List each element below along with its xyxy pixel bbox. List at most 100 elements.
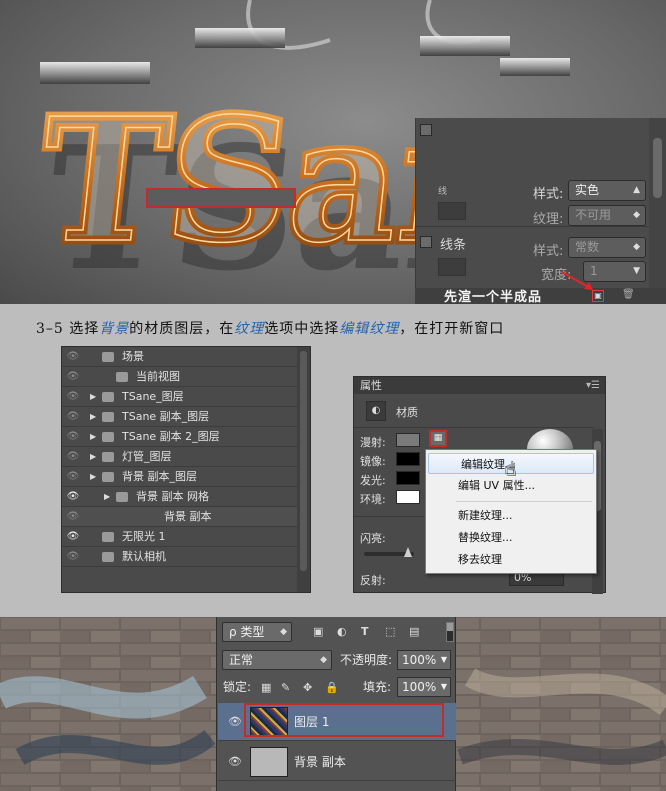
visibility-eye-icon[interactable]: 👁 — [66, 527, 80, 547]
menu-item-remove-texture[interactable]: 移去纹理 — [426, 549, 596, 570]
adjustment-filter-icon[interactable]: ◐ — [337, 625, 347, 638]
object-row[interactable]: 👁 场景 — [62, 347, 298, 367]
sparkle-label: 闪亮: — [360, 532, 386, 545]
lock-label: 锁定: — [223, 680, 252, 694]
visibility-eye-icon[interactable]: 👁 — [66, 387, 80, 407]
visibility-eye-icon[interactable]: 👁 — [66, 467, 80, 487]
style2-label: 样式: — [533, 244, 564, 259]
layer-visibility-eye-icon[interactable]: 👁 — [228, 755, 242, 768]
visibility-eye-icon[interactable]: 👁 — [66, 427, 80, 447]
visibility-eye-icon[interactable]: 👁 — [66, 447, 80, 467]
layer-visibility-eye-icon[interactable]: 👁 — [228, 715, 242, 728]
expand-triangle-icon[interactable]: ▶ — [90, 427, 96, 447]
lock-pixels-icon[interactable]: ▦ — [261, 681, 271, 694]
blend-mode-select[interactable]: 正常 ◆ — [222, 650, 332, 670]
glow-color-swatch[interactable] — [396, 471, 420, 485]
visibility-eye-icon[interactable]: 👁 — [66, 507, 80, 527]
selected-layer-outline — [244, 703, 444, 737]
visibility-eye-icon[interactable]: 👁 — [66, 367, 80, 387]
material-label: 材质 — [396, 406, 418, 419]
mirror-color-swatch[interactable] — [396, 452, 420, 466]
expand-triangle-icon[interactable]: ▶ — [90, 447, 96, 467]
expand-triangle-icon[interactable]: ▶ — [90, 387, 96, 407]
object-type-icon — [102, 532, 114, 542]
visibility-eye-icon[interactable]: 👁 — [66, 407, 80, 427]
object-row[interactable]: 👁 无限光 1 — [62, 527, 298, 547]
render-caption: 先渲一个半成品 — [444, 290, 543, 304]
object-type-icon — [144, 512, 156, 522]
render-preview: TSane TSane TSane 线 样式: 实色 ▲ 纹理: 不可用 ◆ 线条 … — [0, 0, 666, 304]
menu-item-new-texture[interactable]: 新建纹理... — [426, 505, 596, 526]
reflect-label: 反射: — [360, 574, 386, 587]
style2-select[interactable]: 常数 ◆ — [568, 237, 646, 258]
diffuse-color-swatch[interactable] — [396, 433, 420, 447]
object-type-icon — [102, 472, 114, 482]
object-type-icon — [102, 452, 114, 462]
shape-filter-icon[interactable]: ⬚ — [385, 625, 395, 638]
layer-name: 背景 副本 — [294, 755, 346, 769]
trash-icon[interactable]: 🗑 — [622, 289, 635, 300]
lines-checkbox[interactable] — [420, 236, 432, 248]
object-label: 灯管_图层 — [122, 450, 172, 463]
lock-brush-icon[interactable]: ✎ — [281, 681, 290, 694]
object-row[interactable]: 👁 ▶ TSane 副本 2_图层 — [62, 427, 298, 447]
object-type-icon — [116, 492, 128, 502]
object-row[interactable]: 👁 背景 副本 — [62, 507, 298, 527]
row1-color-swatch[interactable] — [438, 202, 466, 220]
glow-label: 发光: — [360, 474, 386, 487]
object-row[interactable]: 👁 ▶ TSane 副本_图层 — [62, 407, 298, 427]
visibility-eye-icon[interactable]: 👁 — [66, 347, 80, 367]
expand-triangle-icon[interactable]: ▶ — [90, 467, 96, 487]
ambient-label: 环境: — [360, 493, 386, 506]
red-pointer-arrow-icon — [561, 271, 593, 290]
object-label: 背景 副本 网格 — [136, 490, 209, 503]
object-type-icon — [102, 352, 114, 362]
object-row[interactable]: 👁 ▶ TSane_图层 — [62, 387, 298, 407]
object-row[interactable]: 👁 默认相机 — [62, 547, 298, 567]
object-label: 场景 — [122, 350, 144, 363]
texture-menu-button[interactable]: ▦ — [429, 430, 447, 447]
object-type-icon — [102, 552, 114, 562]
panel-scrollbar[interactable] — [649, 118, 666, 288]
layer-row[interactable]: 👁 背景 副本 — [218, 743, 456, 781]
object-type-icon — [102, 392, 114, 402]
fill-field[interactable]: 100% ▼ — [397, 677, 451, 697]
object-label: TSane_图层 — [122, 390, 184, 403]
render-settings-panel: 线 样式: 实色 ▲ 纹理: 不可用 ◆ 线条 样式: 常数 ◆ 宽度: 1 ▼ — [415, 118, 666, 304]
object-label: 当前视图 — [136, 370, 180, 383]
object-label: 背景 副本_图层 — [122, 470, 197, 483]
type-filter-icon[interactable]: T — [361, 625, 369, 638]
object-row[interactable]: 👁 ▶ 背景 副本_图层 — [62, 467, 298, 487]
object-row[interactable]: 👁 当前视图 — [62, 367, 298, 387]
filter-toggle[interactable] — [446, 622, 454, 642]
ambient-color-swatch[interactable] — [396, 490, 420, 504]
object-label: 背景 副本 — [164, 510, 212, 523]
texture-select[interactable]: 不可用 ◆ — [568, 205, 646, 226]
object-type-icon — [102, 432, 114, 442]
object-type-icon — [116, 372, 128, 382]
image-filter-icon[interactable]: ▣ — [313, 625, 323, 638]
lock-position-icon[interactable]: ✥ — [303, 681, 312, 694]
smart-object-filter-icon[interactable]: ▤ — [409, 625, 419, 638]
expand-triangle-icon[interactable]: ▶ — [90, 407, 96, 427]
visibility-eye-icon[interactable]: 👁 — [66, 547, 80, 567]
object-row[interactable]: 👁 ▶ 灯管_图层 — [62, 447, 298, 467]
opacity-field[interactable]: 100% ▼ — [397, 650, 451, 670]
menu-item-replace-texture[interactable]: 替换纹理... — [426, 527, 596, 548]
lines-color-swatch[interactable] — [438, 258, 466, 276]
style-select[interactable]: 实色 ▲ — [568, 180, 646, 201]
expand-triangle-icon[interactable]: ▶ — [104, 487, 110, 507]
diffuse-label: 漫射: — [360, 436, 386, 449]
material-icon: ◐ — [366, 401, 386, 421]
mirror-label: 镜像: — [360, 455, 386, 468]
fill-label: 填充: — [363, 680, 392, 694]
lines-label: 线条 — [440, 238, 467, 253]
lock-all-icon[interactable]: 🔒 — [325, 681, 339, 694]
object-manager-scrollbar[interactable] — [297, 347, 310, 592]
object-row[interactable]: 👁 ▶ 背景 副本 网格 — [62, 487, 298, 507]
row1-checkbox[interactable] — [420, 124, 432, 136]
hand-cursor-icon: ☝ — [505, 459, 516, 480]
layer-filter-select[interactable]: ρ 类型 ◆ — [222, 622, 292, 642]
visibility-eye-icon[interactable]: 👁 — [66, 487, 80, 507]
style-label: 样式: — [533, 187, 564, 202]
